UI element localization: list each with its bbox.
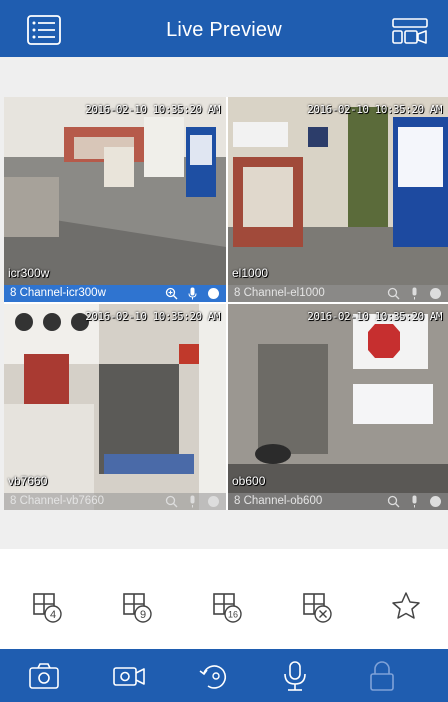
channel-bar: 8 Channel-ob600	[228, 493, 448, 510]
grid-close-icon[interactable]	[297, 586, 337, 626]
microphone-icon[interactable]	[408, 287, 421, 300]
channel-bar: 8 Channel-vb7660	[4, 493, 226, 510]
video-record-icon[interactable]	[110, 659, 148, 693]
camera-layout-icon[interactable]	[392, 18, 428, 44]
camera-name: icr300w	[8, 266, 50, 280]
camera-snapshot-icon[interactable]	[25, 659, 63, 693]
camera-name: ob600	[232, 474, 266, 488]
microphone-icon[interactable]	[186, 287, 199, 300]
timestamp: 2016-02-10 10:35:20 AM	[307, 103, 442, 116]
grid-16-icon[interactable]: 16	[207, 586, 247, 626]
ptz-rotate-icon[interactable]	[196, 659, 234, 693]
camera-cell-1[interactable]: 2016-02-10 10:35:20 AM icr300w 8 Channel…	[4, 97, 226, 302]
grid-4-label: 4	[50, 609, 56, 621]
microphone-icon[interactable]	[408, 495, 421, 508]
microphone-icon[interactable]	[186, 495, 199, 508]
channel-bar: 8 Channel-icr300w	[4, 285, 226, 302]
channel-label: 8 Channel-el1000	[234, 287, 325, 299]
page-title: Live Preview	[166, 19, 282, 41]
channel-label: 8 Channel-ob600	[234, 495, 323, 507]
grid-9-icon[interactable]: 9	[117, 586, 157, 626]
channel-label: 8 Channel-icr300w	[10, 287, 106, 299]
camera-cell-4[interactable]: 2016-02-10 10:35:20 AM ob600 8 Channel-o…	[228, 304, 448, 510]
timestamp: 2016-02-10 10:35:20 AM	[85, 310, 220, 323]
star-icon[interactable]	[386, 586, 426, 626]
zoom-icon[interactable]	[387, 287, 400, 300]
channel-label: 8 Channel-vb7660	[10, 495, 104, 507]
timestamp: 2016-02-10 10:35:20 AM	[85, 103, 220, 116]
camera-grid: 2016-02-10 10:35:20 AM icr300w 8 Channel…	[4, 97, 448, 510]
bottom-action-bar	[0, 649, 448, 702]
zoom-icon[interactable]	[165, 287, 178, 300]
camera-cell-2[interactable]: 2016-02-10 10:35:20 AM el1000 8 Channel-…	[228, 97, 448, 302]
record-dot-icon[interactable]	[207, 287, 220, 300]
camera-name: vb7660	[8, 474, 48, 488]
grid-9-label: 9	[140, 609, 146, 621]
grid-4-icon[interactable]: 4	[27, 586, 67, 626]
app-header: Live Preview	[0, 0, 448, 57]
microphone-icon[interactable]	[276, 659, 314, 693]
zoom-icon[interactable]	[165, 495, 178, 508]
camera-name: el1000	[232, 266, 269, 280]
grid-16-label: 16	[228, 610, 238, 620]
layout-toolbar: 4 9 16	[0, 586, 448, 632]
lock-icon[interactable]	[363, 659, 401, 693]
record-dot-icon[interactable]	[207, 495, 220, 508]
timestamp: 2016-02-10 10:35:20 AM	[307, 310, 442, 323]
channel-bar: 8 Channel-el1000	[228, 285, 448, 302]
record-dot-icon[interactable]	[429, 495, 442, 508]
camera-cell-3[interactable]: 2016-02-10 10:35:20 AM vb7660 8 Channel-…	[4, 304, 226, 510]
zoom-icon[interactable]	[387, 495, 400, 508]
record-dot-icon[interactable]	[429, 287, 442, 300]
